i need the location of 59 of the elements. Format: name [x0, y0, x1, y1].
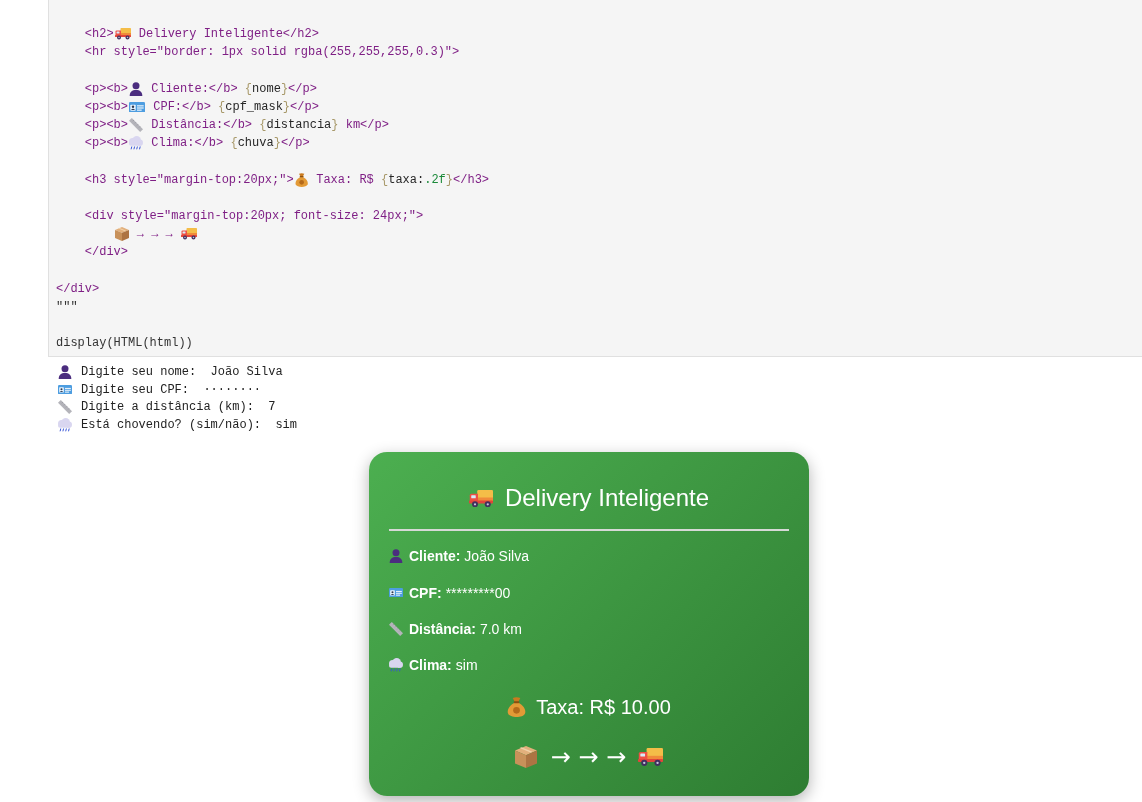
- prompt-text: Digite seu nome:: [81, 365, 197, 380]
- fee-text: Taxa: R$ 10.00: [536, 695, 671, 721]
- code-text: → → →: [136, 227, 173, 242]
- person-icon: [129, 81, 144, 96]
- code-line: """: [56, 299, 78, 314]
- code-text: <p><b>: [84, 99, 129, 114]
- answer-text: ········: [203, 382, 262, 397]
- person-icon: [389, 549, 403, 564]
- truck-icon: [638, 748, 664, 767]
- id-card-icon: [129, 101, 146, 113]
- rain-cloud-icon: [129, 136, 144, 151]
- route-arrows: → → →: [550, 742, 627, 773]
- code-text: Taxa: R$ {taxa:.2f}</h3>: [316, 172, 490, 187]
- id-card-icon: [58, 384, 72, 395]
- answer-text: João Silva: [210, 365, 283, 380]
- answer-text: 7: [268, 400, 276, 415]
- field-label: Cliente:: [409, 547, 461, 566]
- package-icon: [514, 746, 537, 769]
- code-text: <h3 style="margin-top:20px;">: [84, 172, 294, 187]
- truck-icon: [114, 28, 131, 40]
- id-card-icon: [389, 588, 403, 598]
- ruler-icon: [58, 400, 72, 415]
- code-text: Delivery Inteligente</h2>: [138, 27, 319, 42]
- field-value: sim: [455, 656, 478, 675]
- prompt-text: Digite a distância (km):: [81, 400, 254, 415]
- code-line: <div style="margin-top:20px; font-size: 24px;">: [84, 208, 424, 223]
- field-label: Distância:: [409, 619, 476, 638]
- person-icon: [58, 365, 72, 380]
- money-bag-icon: [294, 172, 308, 187]
- code-line: <hr style="border: 1px solid rgba(255,255,255,0.3)">: [84, 45, 460, 60]
- code-text: Distância:</b> {distancia} km</p>: [151, 118, 389, 133]
- field-label: CPF:: [409, 583, 442, 602]
- code-text: <h2>: [84, 27, 114, 42]
- answer-text: sim: [275, 417, 298, 432]
- code-line: </div>: [56, 281, 100, 296]
- code-line: </div>: [84, 245, 129, 260]
- rain-cloud-icon: [58, 417, 72, 432]
- field-value: 7.0 km: [479, 619, 522, 638]
- code-editor[interactable]: [48, 0, 1142, 358]
- code-text: <p><b>: [84, 136, 129, 151]
- money-bag-icon: [507, 697, 527, 718]
- prompt-text: Está chovendo? (sim/não):: [81, 417, 262, 432]
- truck-icon: [468, 489, 493, 507]
- rain-cloud-icon: [389, 658, 403, 673]
- field-value: João Silva: [464, 547, 529, 566]
- code-text: Cliente:</b> {nome}</p>: [151, 81, 317, 96]
- card-title: Delivery Inteligente: [504, 483, 710, 514]
- code-line: display(HTML(html)): [56, 336, 193, 351]
- package-icon: [114, 227, 129, 242]
- prompt-text: Digite seu CPF:: [81, 382, 190, 397]
- truck-icon: [181, 228, 198, 240]
- code-text: CPF:</b> {cpf_mask}</p>: [153, 99, 319, 114]
- ruler-icon: [389, 621, 403, 636]
- code-text: <p><b>: [84, 81, 129, 96]
- field-label: Clima:: [409, 656, 452, 675]
- code-text: Clima:</b> {chuva}</p>: [151, 136, 310, 151]
- field-value: *********00: [445, 583, 511, 602]
- code-text: <p><b>: [84, 118, 129, 133]
- ruler-icon: [129, 118, 144, 133]
